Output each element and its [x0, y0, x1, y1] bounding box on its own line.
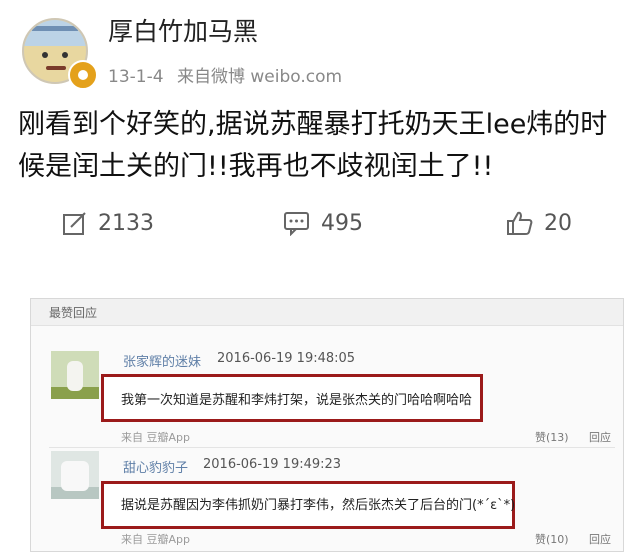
- comment-source: 来自 豆瓣App: [121, 431, 190, 444]
- like-count: 20: [544, 210, 572, 236]
- badge-dot: [78, 70, 88, 80]
- comment-like-button[interactable]: 赞(13): [535, 429, 569, 445]
- headdress-shape: [24, 20, 86, 46]
- comment-like-button[interactable]: 赞(10): [535, 531, 569, 547]
- comment-icon: [284, 212, 309, 236]
- verified-badge-icon: [68, 60, 98, 90]
- post-username[interactable]: 厚白竹加马黑: [108, 12, 258, 48]
- comment-divider: [49, 447, 615, 448]
- comment-time: 2016-06-19 19:49:23: [203, 457, 342, 472]
- comment-button[interactable]: 495: [283, 200, 363, 246]
- comment-text: 我第一次知道是苏醒和李炜打架，说是张杰关的门哈哈啊哈哈: [121, 393, 473, 408]
- post-source[interactable]: 来自微博 weibo.com: [177, 67, 342, 87]
- post-meta: 13-1-4 来自微博 weibo.com: [108, 62, 350, 87]
- avatar-figure: [67, 361, 83, 391]
- commenter-avatar[interactable]: [51, 451, 99, 499]
- commenter-name[interactable]: 甜心豹豹子: [123, 457, 188, 476]
- comment-time: 2016-06-19 19:48:05: [217, 351, 356, 366]
- repost-icon: [63, 212, 86, 235]
- like-button[interactable]: 20: [506, 200, 572, 246]
- headdress-stripe: [32, 26, 78, 31]
- avatar-figure: [61, 461, 89, 491]
- comment-reply-button[interactable]: 回应: [589, 531, 611, 547]
- avatar-eye: [62, 52, 68, 58]
- thumbs-up-icon: [507, 211, 533, 235]
- post-actions: 2133 495 20: [0, 200, 640, 246]
- panel-header: 最赞回应: [31, 299, 623, 326]
- panel-title: 最赞回应: [49, 306, 98, 320]
- repost-button[interactable]: 2133: [62, 200, 154, 246]
- user-avatar[interactable]: [16, 8, 98, 90]
- commenter-name[interactable]: 张家辉的迷妹: [123, 351, 201, 370]
- avatar-eye: [42, 52, 48, 58]
- post-body: 刚看到个好笑的,据说苏醒暴打托奶天王lee炜的时候是闰土关的门!!我再也不歧视闰…: [18, 109, 608, 182]
- comment-count: 495: [321, 210, 363, 236]
- top-comments-panel: 最赞回应 张家辉的迷妹 2016-06-19 19:48:05 我第一次知道是苏…: [30, 298, 624, 552]
- avatar-mouth: [46, 66, 66, 70]
- comment-text: 据说是苏醒因为李伟抓奶门暴打李伟，然后张杰关了后台的门(*´ε`*): [121, 498, 516, 513]
- comment-source: 来自 豆瓣App: [121, 533, 190, 546]
- repost-count: 2133: [98, 210, 154, 236]
- comment-reply-button[interactable]: 回应: [589, 429, 611, 445]
- commenter-avatar[interactable]: [51, 351, 99, 399]
- post-date: 13-1-4: [108, 67, 164, 87]
